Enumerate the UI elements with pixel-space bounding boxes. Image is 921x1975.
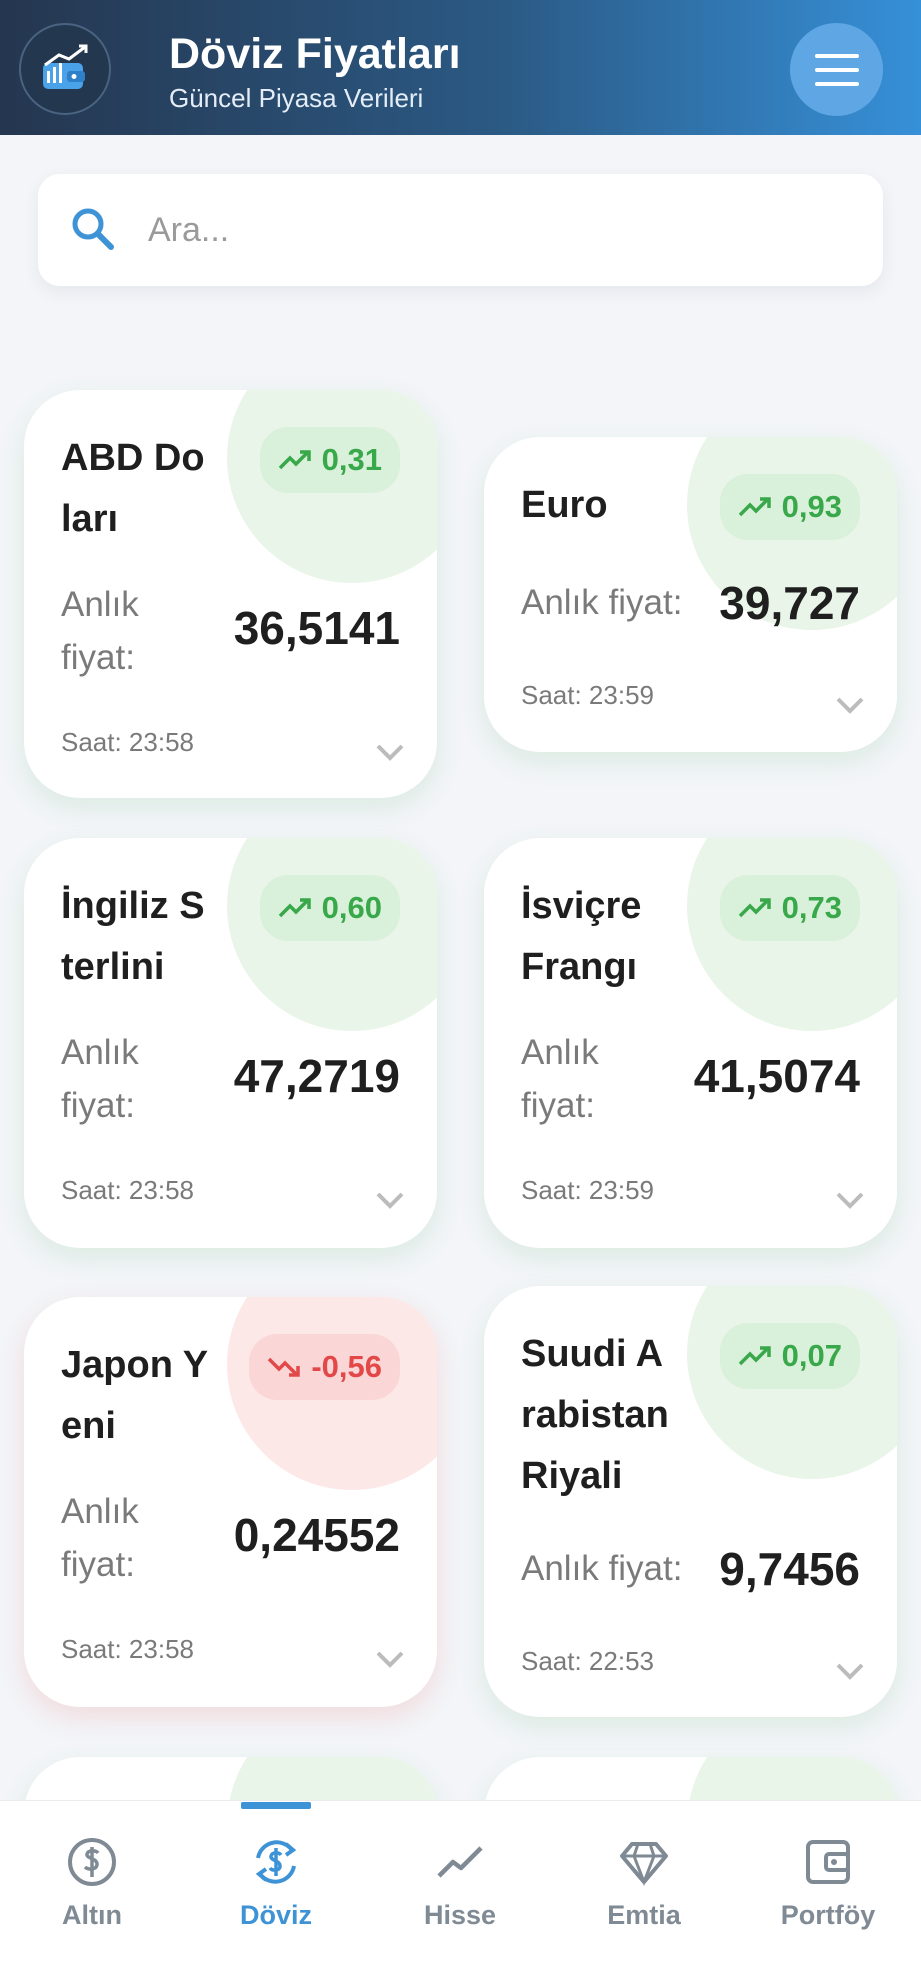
bottom-navigation: Altın Döviz Hisse Emtia Portföy [0, 1800, 921, 1975]
trending-up-icon [738, 898, 771, 918]
currency-card-jpy[interactable]: Japon Yeni -0,56 Anlık fiyat: 0,24552 Sa… [24, 1297, 437, 1707]
diamond-icon [620, 1842, 668, 1887]
nav-item-portfoy[interactable]: Portföy [736, 1801, 920, 1975]
currency-card-chf[interactable]: İsviçre Frangı 0,73 Anlık fiyat: 41,5074… [484, 838, 897, 1248]
currency-name: ABD Doları [61, 437, 205, 540]
currency-card-gbp[interactable]: İngiliz Sterlini 0,60 Anlık fiyat: 47,27… [24, 838, 437, 1248]
chevron-down-icon[interactable] [833, 1183, 867, 1217]
price-label: Anlık fiyat: [521, 1033, 599, 1125]
price-value: 9,7456 [719, 1543, 860, 1595]
dollar-coin-icon [68, 1838, 116, 1886]
menu-button[interactable] [790, 23, 883, 116]
wallet-icon [806, 1840, 850, 1884]
chevron-down-icon[interactable] [373, 735, 407, 769]
update-time: Saat: 23:58 [61, 727, 194, 757]
currency-name: İngiliz Sterlini [61, 885, 205, 988]
trending-up-icon [738, 497, 771, 517]
nav-label: Emtia [607, 1900, 681, 1930]
change-value: 0,93 [781, 489, 842, 524]
currency-name: İsviçre Frangı [521, 885, 642, 988]
change-badge: 0,93 [719, 474, 860, 540]
trending-up-icon [278, 898, 311, 918]
search-input[interactable] [148, 198, 848, 262]
change-badge: 0,07 [719, 1323, 860, 1389]
price-value: 47,2719 [233, 1050, 400, 1102]
price-label: Anlık fiyat: [61, 585, 139, 677]
page-subtitle: Güncel Piyasa Verileri [169, 83, 424, 113]
update-time: Saat: 23:58 [61, 1175, 194, 1205]
change-value: 0,31 [321, 442, 382, 477]
search-bar[interactable] [38, 174, 883, 286]
chevron-down-icon[interactable] [833, 688, 867, 722]
change-badge: 0,73 [719, 875, 860, 941]
trending-down-icon [268, 1357, 301, 1377]
change-value: 0,60 [321, 890, 382, 925]
change-badge: 0,31 [259, 427, 400, 493]
currency-card-usd[interactable]: ABD Doları 0,31 Anlık fiyat: 36,5141 Saa… [24, 390, 437, 798]
change-value: 0,07 [781, 1338, 842, 1373]
change-value: 0,73 [781, 890, 842, 925]
update-time: Saat: 23:58 [61, 1634, 194, 1664]
currency-exchange-icon [255, 1840, 297, 1884]
nav-label: Portföy [780, 1900, 876, 1930]
price-label: Anlık fiyat: [61, 1033, 139, 1125]
page-title: Döviz Fiyatları [169, 30, 461, 78]
chevron-down-icon[interactable] [373, 1183, 407, 1217]
update-time: Saat: 23:59 [521, 680, 654, 710]
nav-label: Döviz [239, 1900, 312, 1930]
price-value: 39,727 [719, 577, 860, 629]
chevron-down-icon[interactable] [833, 1654, 867, 1688]
currency-card-sar[interactable]: Suudi Arabistan Riyali 0,07 Anlık fiyat:… [484, 1286, 897, 1717]
currency-card-eur[interactable]: Euro 0,93 Anlık fiyat: 39,727 Saat: 23:5… [484, 437, 897, 752]
price-label: Anlık fiyat: [61, 1492, 139, 1584]
nav-item-altin[interactable]: Altın [0, 1801, 184, 1975]
price-value: 36,5141 [233, 602, 400, 654]
hamburger-menu-icon [814, 53, 859, 86]
price-value: 0,24552 [233, 1509, 400, 1561]
nav-label: Hisse [423, 1900, 497, 1930]
price-value: 41,5074 [693, 1050, 860, 1102]
nav-item-doviz[interactable]: Döviz [184, 1801, 368, 1975]
trending-up-icon [278, 450, 311, 470]
currency-name: Suudi Arabistan Riyali [521, 1333, 669, 1497]
nav-label: Altın [62, 1900, 122, 1930]
price-label: Anlık fiyat: [521, 583, 683, 622]
update-time: Saat: 23:59 [521, 1175, 654, 1205]
trending-up-icon [738, 1346, 771, 1366]
change-badge: -0,56 [249, 1334, 400, 1400]
wallet-chart-icon [19, 23, 111, 115]
currency-name: Japon Yeni [61, 1344, 209, 1447]
app-header: Döviz Fiyatları Güncel Piyasa Verileri [0, 0, 921, 135]
active-tab-indicator [241, 1802, 311, 1809]
change-badge: 0,60 [259, 875, 400, 941]
price-label: Anlık fiyat: [521, 1549, 683, 1588]
search-icon [72, 208, 114, 250]
update-time: Saat: 22:53 [521, 1646, 654, 1676]
nav-item-emtia[interactable]: Emtia [552, 1801, 736, 1975]
chevron-down-icon[interactable] [373, 1642, 407, 1676]
trending-line-icon [437, 1846, 483, 1878]
change-value: -0,56 [311, 1349, 382, 1384]
nav-item-hisse[interactable]: Hisse [368, 1801, 552, 1975]
